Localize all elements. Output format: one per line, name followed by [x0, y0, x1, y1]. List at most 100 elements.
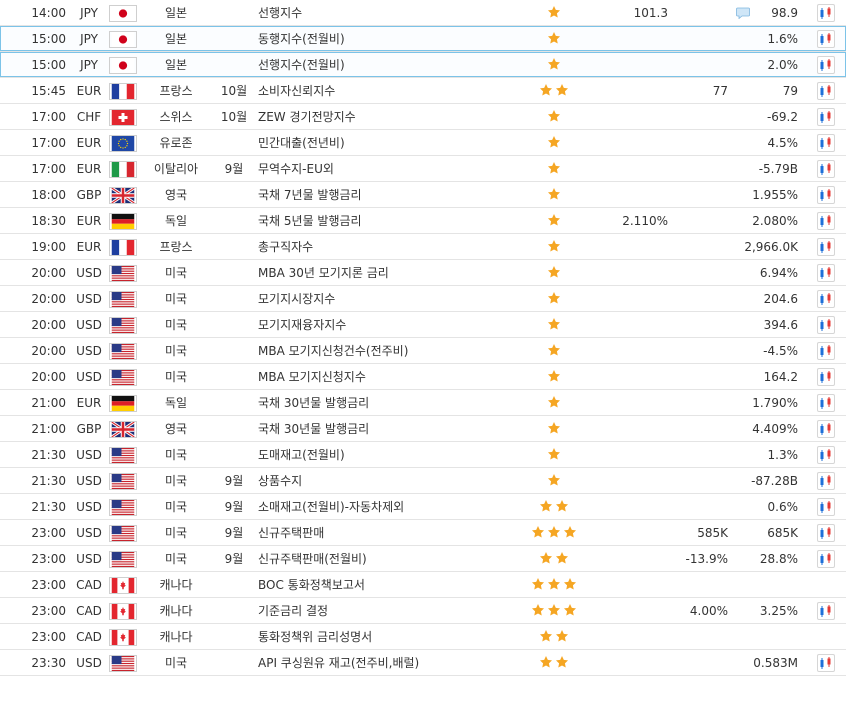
event-currency: USD [76, 448, 102, 462]
event-row[interactable]: 20:00 USD 미국 MBA 모기지신청지수 164.2 [0, 364, 846, 390]
event-row[interactable]: 20:00 USD 미국 모기지재융자지수 394.6 [0, 312, 846, 338]
event-row[interactable]: 23:00 CAD 캐나다 BOC 통화정책보고서 [0, 572, 846, 598]
event-name[interactable]: 소매재고(전월비)-자동차제외 [258, 494, 404, 520]
star-icon [539, 496, 553, 512]
chart-button[interactable] [817, 394, 835, 412]
event-name[interactable]: 모기지재융자지수 [258, 312, 346, 338]
event-name[interactable]: 총구직자수 [258, 234, 313, 260]
event-name[interactable]: 국채 30년물 발행금리 [258, 416, 369, 442]
event-name[interactable]: 신규주택판매 [258, 520, 324, 546]
event-row[interactable]: 20:00 USD 미국 MBA 모기지신청건수(전주비) -4.5% [0, 338, 846, 364]
chart-button[interactable] [817, 290, 835, 308]
event-row[interactable]: 20:00 USD 미국 모기지시장지수 204.6 [0, 286, 846, 312]
event-row[interactable]: 15:00 JPY 일본 선행지수(전월비) 2.0% [0, 52, 846, 78]
event-row[interactable]: 23:30 USD 미국 API 쿠싱원유 재고(전주비,배럴) 0.583M [0, 650, 846, 676]
chart-button[interactable] [817, 498, 835, 516]
chart-button[interactable] [817, 82, 835, 100]
event-name[interactable]: 국채 5년물 발행금리 [258, 208, 362, 234]
chart-button[interactable] [817, 134, 835, 152]
event-row[interactable]: 21:30 USD 미국 9월 상품수지 -87.28B [0, 468, 846, 494]
event-currency: USD [76, 318, 102, 332]
chart-icon [818, 421, 834, 437]
event-name[interactable]: 민간대출(전년비) [258, 130, 345, 156]
chart-button[interactable] [817, 238, 835, 256]
event-time: 20:00 [31, 318, 66, 332]
event-name[interactable]: 동행지수(전월비) [258, 26, 345, 52]
event-name[interactable]: 상품수지 [258, 468, 302, 494]
chart-button[interactable] [817, 30, 835, 48]
event-row[interactable]: 17:00 EUR 이탈리아 9월 무역수지-EU외 -5.79B [0, 156, 846, 182]
event-name[interactable]: MBA 모기지신청건수(전주비) [258, 338, 408, 364]
event-name[interactable]: 선행지수(전월비) [258, 52, 345, 78]
event-row[interactable]: 21:30 USD 미국 도매재고(전월비) 1.3% [0, 442, 846, 468]
star-icon [555, 80, 569, 96]
chart-button[interactable] [817, 446, 835, 464]
event-row[interactable]: 23:00 USD 미국 9월 신규주택판매 585K 685K [0, 520, 846, 546]
event-previous: 2.0% [767, 58, 799, 72]
event-name[interactable]: 선행지수 [258, 0, 302, 26]
event-name[interactable]: 신규주택판매(전월비) [258, 546, 367, 572]
event-name[interactable]: 도매재고(전월비) [258, 442, 345, 468]
event-name[interactable]: MBA 모기지신청지수 [258, 364, 366, 390]
event-currency: EUR [76, 84, 102, 98]
event-period: 10월 [220, 110, 248, 124]
chart-button[interactable] [817, 186, 835, 204]
chart-button[interactable] [817, 472, 835, 490]
chart-button[interactable] [817, 316, 835, 334]
chart-button[interactable] [817, 342, 835, 360]
event-name[interactable]: 소비자신뢰지수 [258, 78, 335, 104]
event-row[interactable]: 15:45 EUR 프랑스 10월 소비자신뢰지수 77 79 [0, 78, 846, 104]
event-country: 프랑스 [159, 84, 193, 98]
chart-button[interactable] [817, 264, 835, 282]
event-row[interactable]: 19:00 EUR 프랑스 총구직자수 2,966.0K [0, 234, 846, 260]
event-row[interactable]: 23:00 CAD 캐나다 통화정책위 금리성명서 [0, 624, 846, 650]
event-name[interactable]: MBA 30년 모기지론 금리 [258, 260, 389, 286]
event-row[interactable]: 21:00 GBP 영국 국채 30년물 발행금리 4.409% [0, 416, 846, 442]
chart-button[interactable] [817, 56, 835, 74]
chart-button[interactable] [817, 212, 835, 230]
event-row[interactable]: 15:00 JPY 일본 동행지수(전월비) 1.6% [0, 26, 846, 52]
chart-button[interactable] [817, 602, 835, 620]
chart-icon [818, 57, 834, 73]
event-row[interactable]: 23:00 CAD 캐나다 기준금리 결정 4.00% 3.25% [0, 598, 846, 624]
star-icon [555, 548, 569, 564]
star-icon [547, 54, 561, 70]
event-name[interactable]: ZEW 경기전망지수 [258, 104, 356, 130]
event-row[interactable]: 18:00 GBP 영국 국채 7년물 발행금리 1.955% [0, 182, 846, 208]
event-row[interactable]: 14:00 JPY 일본 선행지수 101.3 98.9 [0, 0, 846, 26]
event-previous: 204.6 [763, 292, 798, 306]
event-row[interactable]: 21:00 EUR 독일 국채 30년물 발행금리 1.790% [0, 390, 846, 416]
event-time: 17:00 [31, 136, 66, 150]
event-name[interactable]: BOC 통화정책보고서 [258, 572, 365, 598]
event-name[interactable]: 기준금리 결정 [258, 598, 328, 624]
chart-button[interactable] [817, 368, 835, 386]
us-flag-icon [109, 343, 137, 360]
event-row[interactable]: 21:30 USD 미국 9월 소매재고(전월비)-자동차제외 0.6% [0, 494, 846, 520]
us-flag-icon [109, 265, 137, 282]
chart-button[interactable] [817, 550, 835, 568]
chart-button[interactable] [817, 160, 835, 178]
event-name[interactable]: 모기지시장지수 [258, 286, 335, 312]
event-name[interactable]: 국채 7년물 발행금리 [258, 182, 362, 208]
event-time: 17:00 [31, 162, 66, 176]
chart-button[interactable] [817, 108, 835, 126]
event-name[interactable]: 통화정책위 금리성명서 [258, 624, 372, 650]
event-row[interactable]: 20:00 USD 미국 MBA 30년 모기지론 금리 6.94% [0, 260, 846, 286]
chart-button[interactable] [817, 420, 835, 438]
event-time: 21:00 [31, 422, 66, 436]
event-currency: JPY [80, 6, 98, 20]
event-row[interactable]: 17:00 EUR 유로존 민간대출(전년비) 4.5% [0, 130, 846, 156]
event-row[interactable]: 18:30 EUR 독일 국채 5년물 발행금리 2.110% 2.080% [0, 208, 846, 234]
chart-button[interactable] [817, 4, 835, 22]
event-row[interactable]: 23:00 USD 미국 9월 신규주택판매(전월비) -13.9% 28.8% [0, 546, 846, 572]
star-icon [547, 158, 561, 174]
chart-button[interactable] [817, 654, 835, 672]
chart-button[interactable] [817, 524, 835, 542]
event-row[interactable]: 17:00 CHF 스위스 10월 ZEW 경기전망지수 -69.2 [0, 104, 846, 130]
importance-stars [520, 156, 588, 182]
event-name[interactable]: 무역수지-EU외 [258, 156, 334, 182]
event-name[interactable]: 국채 30년물 발행금리 [258, 390, 369, 416]
event-currency: USD [76, 266, 102, 280]
event-name[interactable]: API 쿠싱원유 재고(전주비,배럴) [258, 650, 419, 676]
event-previous: 0.6% [767, 500, 799, 514]
